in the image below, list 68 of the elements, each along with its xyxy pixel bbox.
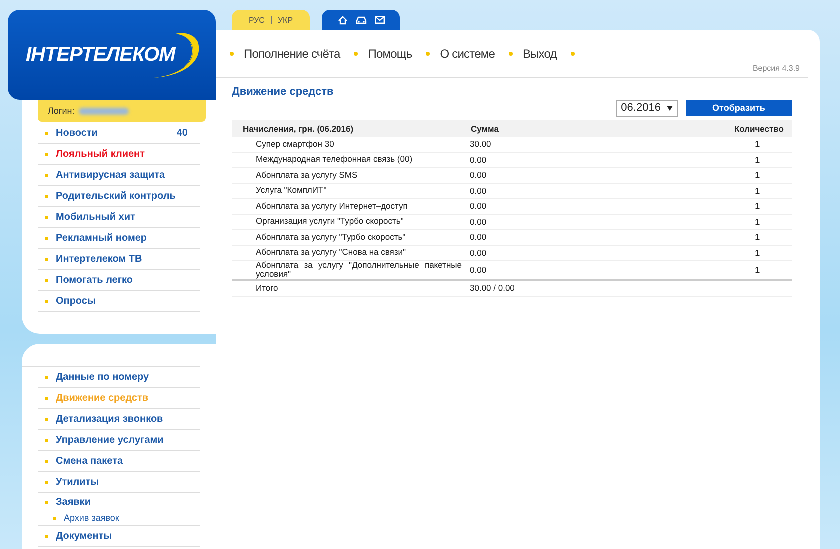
- table-cell: Абонплата за услугу "Дополнительные пакетные условия": [232, 260, 470, 280]
- caret-icon: [667, 106, 673, 111]
- table-cell: 0.00: [470, 198, 610, 214]
- table-cell: 30.00: [470, 137, 610, 152]
- table-cell: 1: [610, 168, 792, 183]
- home-icon[interactable]: [338, 16, 348, 24]
- nav-link[interactable]: Пополнение счёта: [244, 46, 340, 60]
- table-cell: Абонплата за услугу "Снова на связи": [232, 245, 470, 260]
- logo-banner[interactable]: ІНТЕРТЕЛЕКОМ: [8, 10, 216, 100]
- menu-item[interactable]: Заявки: [38, 493, 200, 511]
- page-title: Движение средств: [232, 86, 335, 98]
- table-cell: 1: [610, 214, 792, 230]
- language-link[interactable]: РУС: [248, 16, 265, 24]
- table-cell: 1: [610, 183, 792, 198]
- menu-item[interactable]: Данные по номеру: [38, 367, 200, 388]
- language-link[interactable]: УКР: [278, 16, 294, 24]
- nav-link[interactable]: Выход: [522, 46, 557, 60]
- table-cell: Абонплата за услугу "Турбо скорость": [232, 230, 470, 245]
- table-cell: Абонплата за услугу SMS: [232, 168, 470, 183]
- table-cell: 0.00: [470, 230, 610, 245]
- table-cell: 1: [610, 137, 792, 152]
- table-cell: 1: [610, 230, 792, 245]
- menu-item[interactable]: Утилиты: [38, 472, 200, 493]
- table-cell: 0.00: [470, 245, 610, 260]
- nav-link[interactable]: Помощь: [368, 46, 412, 60]
- menu-item[interactable]: Рекламный номер: [38, 228, 200, 249]
- menu-item[interactable]: Смена пакета: [38, 451, 200, 472]
- menu-item[interactable]: Интертелеком ТВ: [38, 249, 200, 270]
- separator: [270, 16, 272, 24]
- mail-icon[interactable]: [374, 16, 384, 24]
- car-icon[interactable]: [356, 16, 366, 24]
- redacted-value: [78, 108, 129, 114]
- table-cell: 30.00 / 0.00: [470, 280, 610, 296]
- table-cell: 0.00: [470, 152, 610, 168]
- menu-item[interactable]: Мобильный хит: [38, 207, 200, 228]
- submenu-item[interactable]: Архив заявок: [38, 511, 200, 526]
- table-cell: Международная телефонная связь (00): [232, 152, 470, 168]
- table-cell: 1: [610, 245, 792, 260]
- menu-item[interactable]: Лояльный клиент: [38, 144, 200, 165]
- table-cell: 1: [610, 260, 792, 280]
- table-cell: 1: [610, 198, 792, 214]
- menu-item[interactable]: Опросы: [38, 291, 200, 312]
- table-cell: Услуга "КомплИТ": [232, 183, 470, 198]
- table-cell: 0.00: [470, 260, 610, 280]
- table-cell: Итого: [232, 280, 470, 296]
- logo-text: ІНТЕРТЕЛЕКОМ: [26, 44, 176, 66]
- table-cell: Организация услуги "Турбо скорость": [232, 214, 470, 230]
- show-button[interactable]: Отобразить: [686, 100, 792, 116]
- nav-link[interactable]: О системе: [440, 46, 495, 60]
- menu-item[interactable]: Родительский контроль: [38, 186, 200, 207]
- menu-item[interactable]: Детализация звонков: [38, 409, 200, 430]
- table-cell: Супер смартфон 30: [232, 137, 470, 152]
- column-header: Сумма: [470, 120, 610, 137]
- period-select[interactable]: 06.2016: [616, 100, 678, 117]
- menu-item[interactable]: Новости 40: [38, 123, 200, 144]
- column-header: Начисления, грн. (06.2016): [232, 120, 470, 137]
- column-header: Количество: [610, 120, 792, 137]
- table-cell: 0.00: [470, 214, 610, 230]
- table-cell: Абонплата за услугу Интернет–доступ: [232, 198, 470, 214]
- login-label: Логин:: [48, 106, 75, 116]
- menu-item[interactable]: Антивирусная защита: [38, 165, 200, 186]
- menu-item[interactable]: Документы: [38, 526, 200, 547]
- table-cell: 0.00: [470, 168, 610, 183]
- table-cell: 1: [610, 152, 792, 168]
- menu-item[interactable]: Управление услугами: [38, 430, 200, 451]
- menu-item[interactable]: Помогать легко: [38, 270, 200, 291]
- table-cell: 0.00: [470, 183, 610, 198]
- version-label: Версия 4.3.9: [752, 64, 800, 75]
